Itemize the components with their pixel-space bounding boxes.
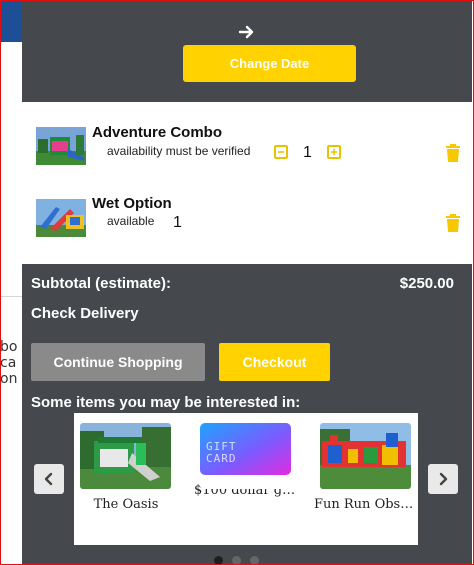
carousel-next-button[interactable] — [428, 464, 458, 494]
check-delivery-link[interactable]: Check Delivery — [31, 305, 139, 322]
gift-card-text: CARD — [206, 452, 237, 465]
quantity-value: 1 — [173, 214, 182, 231]
carousel-dot[interactable] — [232, 556, 241, 565]
item-availability: availability must be verified — [107, 144, 251, 158]
continue-shopping-button[interactable]: Continue Shopping — [31, 343, 205, 381]
gift-card-image: GIFT CARD — [200, 423, 291, 489]
checkout-button[interactable]: Checkout — [219, 343, 330, 381]
recommendation-card[interactable]: Fun Run Obst… — [314, 423, 418, 512]
item-availability: available — [107, 214, 155, 228]
recommendation-image — [80, 423, 171, 489]
subtotal-label: Subtotal (estimate): — [31, 275, 172, 292]
decrease-quantity-button[interactable] — [274, 145, 288, 159]
item-name: Adventure Combo — [92, 124, 223, 141]
background-page: bo ca on — [0, 0, 22, 565]
trash-icon[interactable] — [445, 144, 461, 162]
carousel-dot[interactable] — [250, 556, 259, 565]
carousel-dots — [214, 556, 259, 565]
recommendation-label: Fun Run Obst… — [314, 497, 418, 512]
cart-items-list: Adventure Combo availability must be ver… — [22, 102, 472, 264]
background-text: bo ca on — [0, 339, 18, 387]
trash-icon[interactable] — [445, 214, 461, 232]
background-header-bar — [0, 0, 22, 42]
quantity-value: 1 — [303, 144, 312, 161]
increase-quantity-button[interactable] — [327, 145, 341, 159]
recommendation-label: The Oasis — [93, 497, 159, 512]
item-name: Wet Option — [92, 195, 172, 212]
recommendation-image — [320, 423, 411, 489]
arrow-right-icon[interactable] — [238, 22, 256, 42]
carousel-prev-button[interactable] — [34, 464, 64, 494]
subtotal-value: $250.00 — [399, 275, 454, 292]
carousel-dot[interactable] — [214, 556, 223, 565]
recommendations-carousel: The Oasis GIFT CARD $100 dollar gif… Fun… — [74, 413, 418, 545]
change-date-button[interactable]: Change Date — [183, 45, 356, 82]
item-thumbnail — [36, 199, 86, 237]
item-thumbnail — [36, 127, 86, 165]
chevron-right-icon — [439, 472, 448, 486]
background-divider — [0, 296, 22, 297]
recommendation-card[interactable]: The Oasis — [74, 423, 178, 512]
cart-panel: Change Date Adventure Combo availability… — [22, 0, 472, 565]
chevron-left-icon — [44, 472, 53, 486]
recommendations-title: Some items you may be interested in: — [31, 394, 301, 411]
recommendation-card[interactable]: GIFT CARD $100 dollar gif… — [194, 423, 298, 498]
